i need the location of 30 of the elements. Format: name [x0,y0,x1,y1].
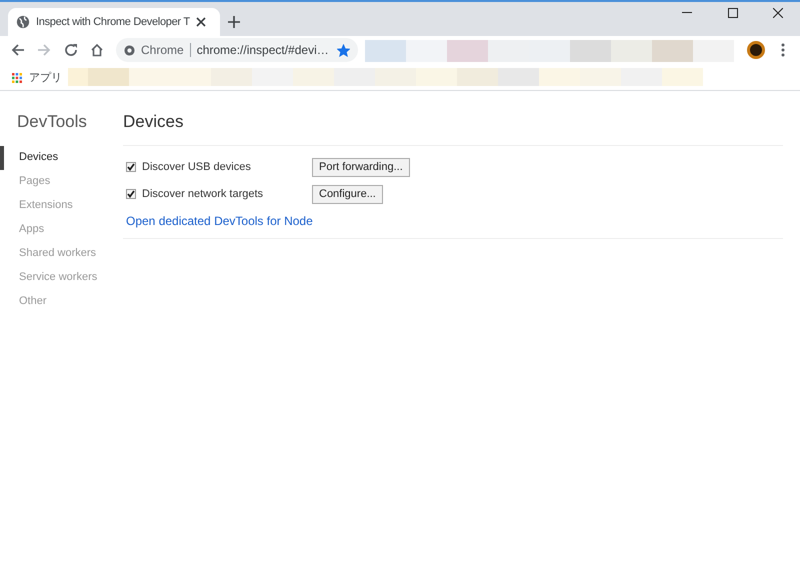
apps-grid-icon[interactable] [12,73,22,83]
star-icon[interactable] [337,44,350,56]
sidebar-title: DevTools [17,111,88,133]
browser-tab[interactable]: Inspect with Chrome Developer T [8,8,220,36]
new-tab-icon[interactable] [228,16,240,28]
node-devtools-link[interactable]: Open dedicated DevTools for Node [123,212,783,238]
address-bar[interactable]: Chrome chrome://inspect/#devi… [116,38,358,62]
close-icon[interactable] [773,8,783,18]
chrome-icon [124,44,135,56]
back-icon[interactable] [11,43,25,57]
maximize-icon[interactable] [728,8,738,18]
apps-label[interactable]: アプリ [29,70,62,86]
profile-avatar[interactable] [747,41,765,59]
checkbox-label: Discover network targets [142,186,264,202]
globe-icon [16,15,30,29]
close-icon[interactable] [196,17,206,27]
dialog-button[interactable]: Configure... [312,184,383,204]
site-label: Chrome [141,42,184,59]
dialog-button[interactable]: Port forwarding... [312,158,410,176]
home-icon[interactable] [90,43,104,57]
sidebar-item[interactable]: Devices [19,149,58,166]
reload-icon[interactable] [64,43,78,57]
menu-icon[interactable] [781,43,785,57]
minimize-icon[interactable] [682,12,692,14]
page-heading: Devices [123,109,783,146]
checkbox-label: Discover USB devices [142,160,252,175]
url-text: chrome://inspect/#devi… [196,42,329,59]
checkbox[interactable] [126,162,136,172]
tab-title: Inspect with Chrome Developer T [36,14,190,30]
checkbox[interactable] [126,189,136,199]
